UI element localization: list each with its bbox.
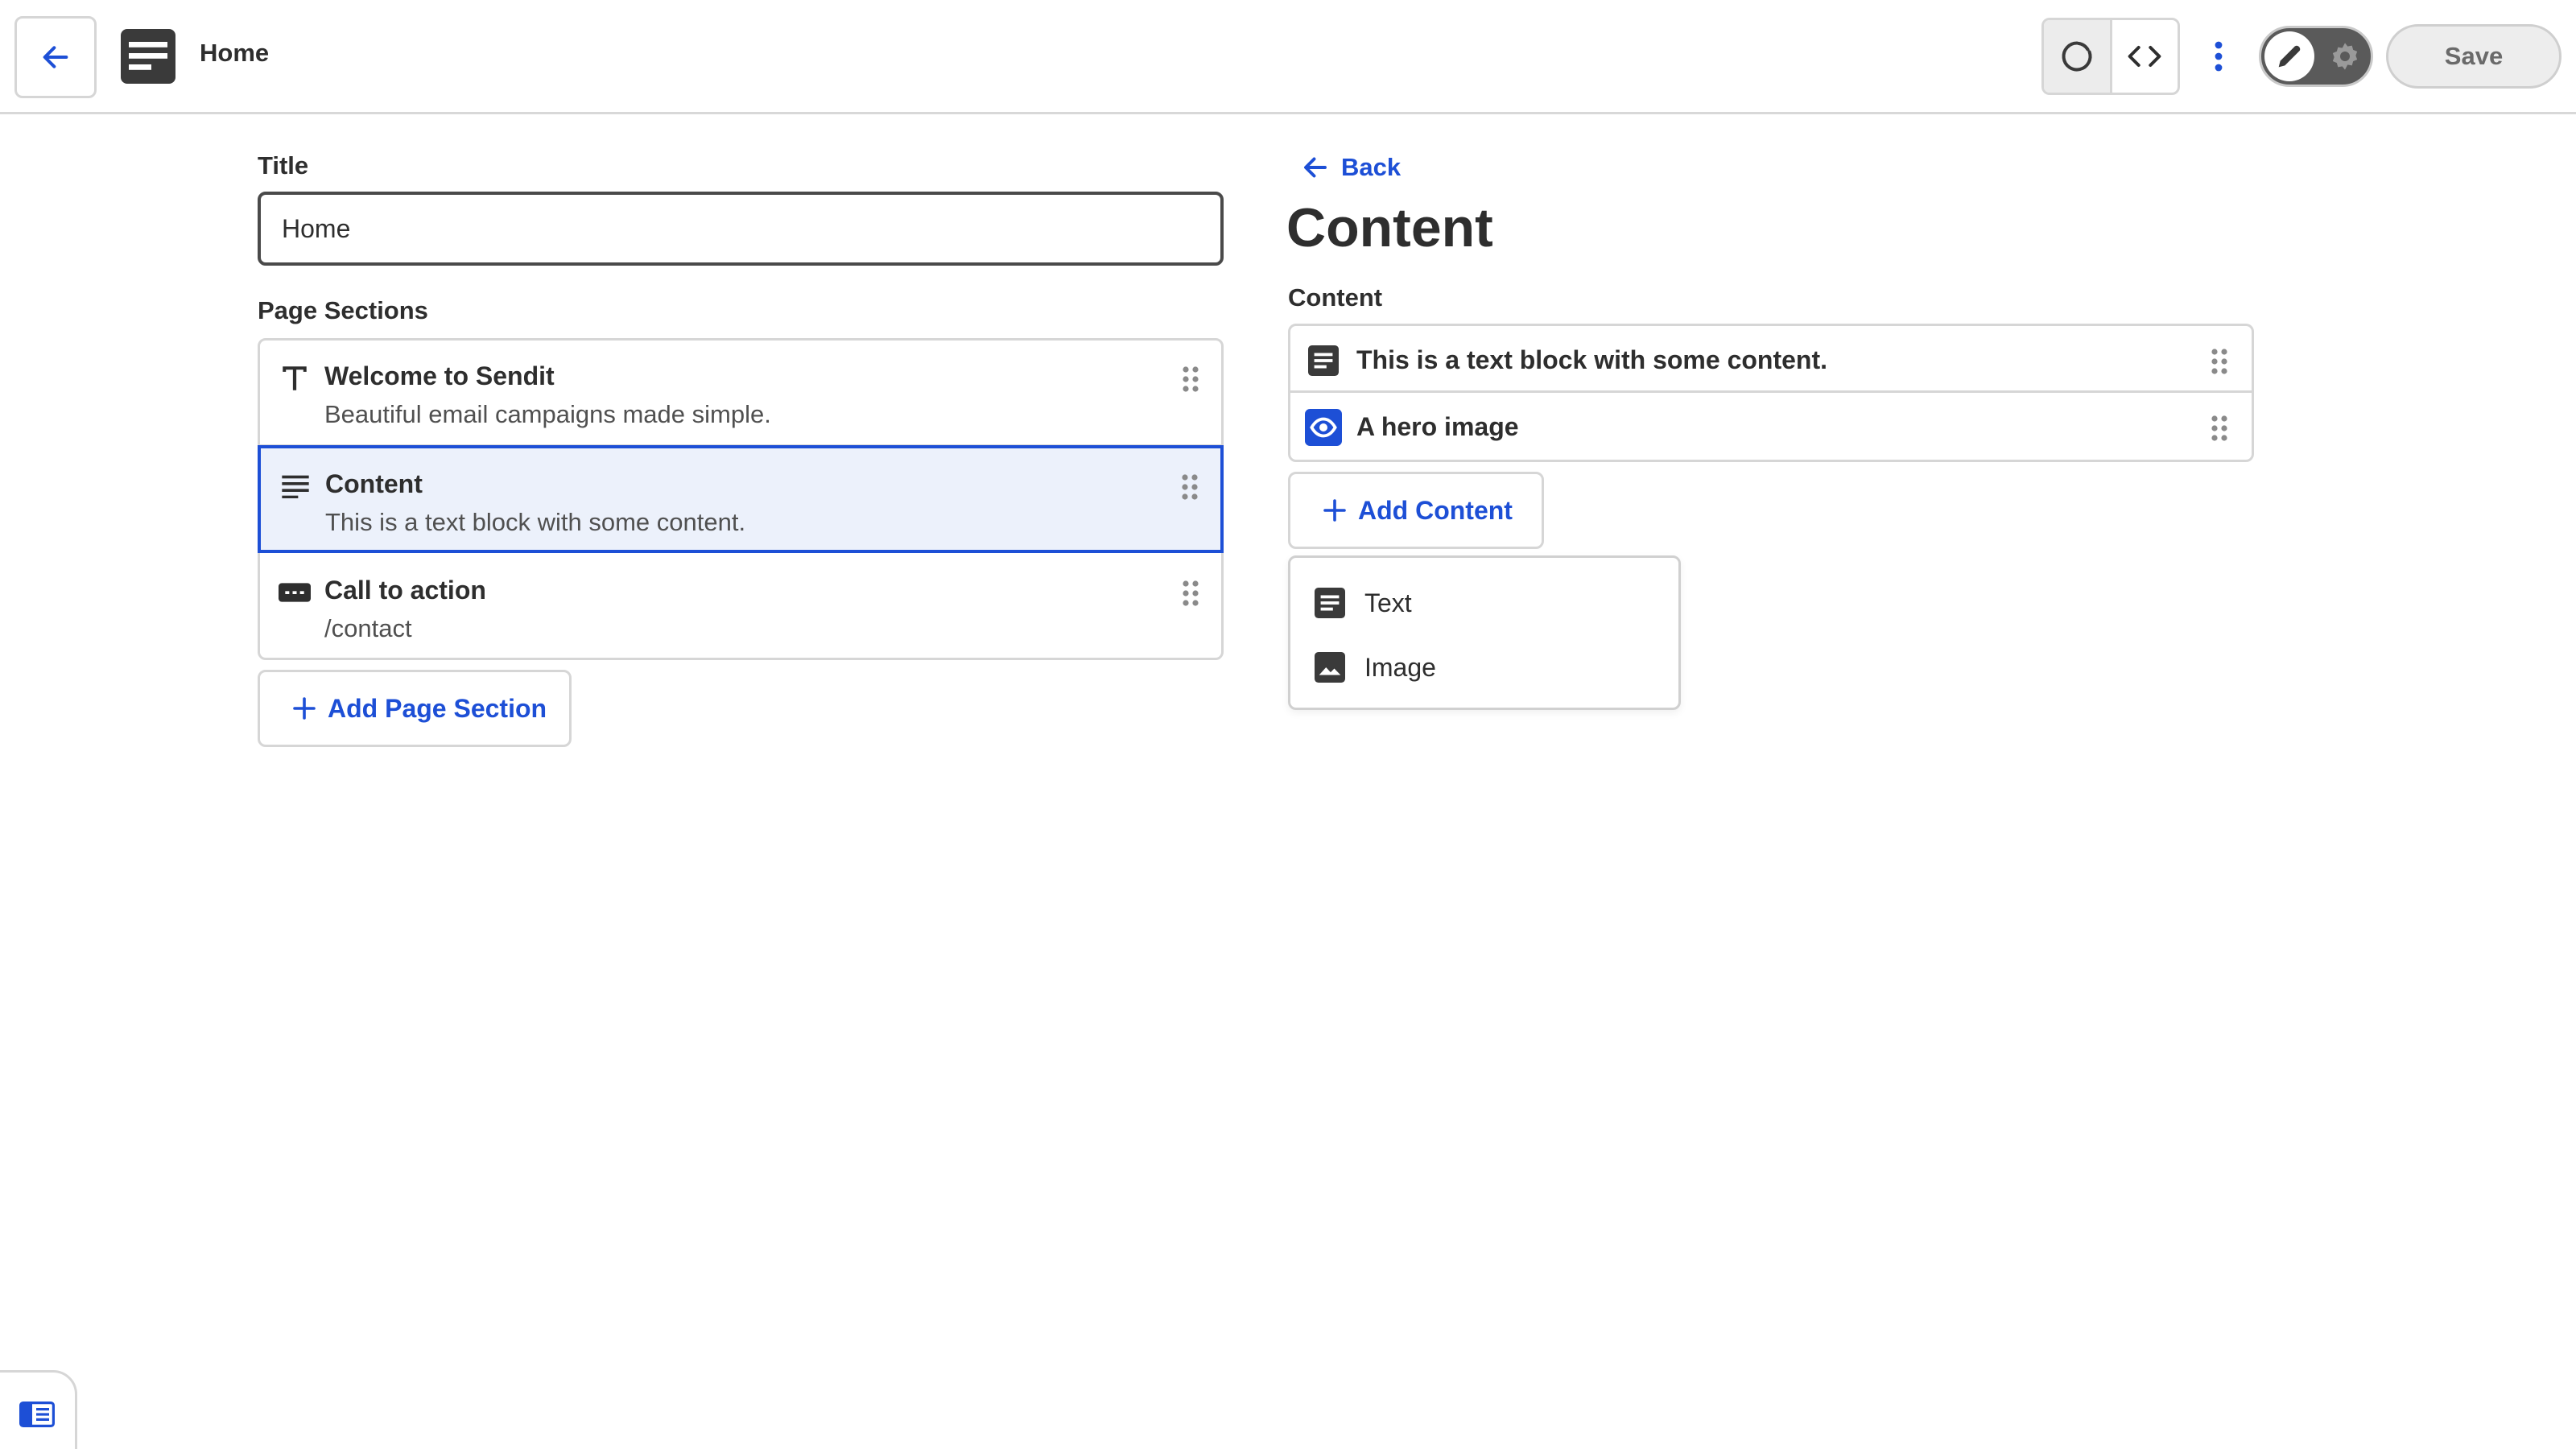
page-title: Home [200, 39, 270, 67]
back-link[interactable]: Back [1301, 153, 1401, 182]
drag-handle-icon[interactable] [2210, 414, 2229, 443]
document-icon [121, 29, 175, 84]
sidebar-toggle-button[interactable] [0, 1370, 77, 1449]
plus-icon [1323, 499, 1346, 522]
content-block-item[interactable]: This is a text block with some content. [1290, 326, 2252, 393]
menu-item-image[interactable]: Image [1315, 643, 1436, 691]
content-block-list: This is a text block with some content. … [1288, 324, 2254, 462]
edit-mode-knob [2264, 31, 2314, 81]
menu-item-label: Image [1364, 652, 1436, 682]
title-input-value: Home [282, 213, 351, 243]
drag-handle-icon[interactable] [2210, 347, 2229, 376]
top-bar: Home Save [0, 0, 2576, 114]
image-block-icon [1305, 409, 1342, 446]
title-input[interactable]: Home [258, 192, 1224, 266]
add-content-button[interactable]: Add Content [1288, 472, 1544, 549]
section-title: Welcome to Sendit [324, 361, 555, 390]
code-view-button[interactable] [2112, 20, 2178, 93]
text-block-icon [1305, 342, 1342, 379]
page-sections-list: Welcome to Sendit Beautiful email campai… [258, 338, 1224, 660]
drag-handle-icon[interactable] [1181, 365, 1200, 394]
menu-item-text[interactable]: Text [1315, 579, 1412, 627]
gear-icon [2332, 43, 2358, 70]
content-block-item[interactable]: A hero image [1290, 393, 2252, 460]
pencil-icon [2278, 45, 2301, 68]
more-options-button[interactable] [2202, 29, 2235, 84]
content-heading: Content [1286, 197, 1493, 258]
add-content-label: Add Content [1358, 495, 1513, 525]
code-icon [2128, 45, 2161, 68]
arrow-left-icon [43, 46, 68, 68]
content-block-text: This is a text block with some content. [1356, 345, 1827, 374]
back-link-label: Back [1341, 153, 1402, 181]
edit-mode-toggle[interactable] [2259, 26, 2373, 87]
add-page-section-label: Add Page Section [328, 693, 547, 723]
back-button[interactable] [14, 16, 97, 98]
section-title: Content [325, 469, 423, 498]
more-vertical-icon [2215, 41, 2223, 72]
page-section-item-selected[interactable]: Content This is a text block with some c… [258, 445, 1224, 553]
section-title: Call to action [324, 576, 486, 605]
settings-mode [2327, 39, 2363, 74]
save-button[interactable]: Save [2386, 24, 2562, 89]
page-section-item[interactable]: Call to action /contact [260, 555, 1221, 661]
content-block-text: A hero image [1356, 412, 1519, 441]
section-subtitle: This is a text block with some content. [325, 508, 746, 536]
drag-handle-icon[interactable] [1180, 473, 1199, 502]
arrow-left-icon [1304, 157, 1327, 178]
text-block-icon [1315, 588, 1345, 618]
sidebar-panel-icon [19, 1402, 55, 1427]
text-t-icon [276, 360, 313, 397]
button-icon [276, 574, 313, 611]
page-section-item[interactable]: Welcome to Sendit Beautiful email campai… [260, 341, 1221, 447]
refresh-button[interactable] [2044, 20, 2112, 93]
paragraph-icon [277, 468, 314, 505]
refresh-icon [2062, 41, 2092, 72]
add-content-menu: Text Image [1288, 555, 1681, 710]
content-label: Content [1288, 283, 1383, 312]
section-subtitle: Beautiful email campaigns made simple. [324, 400, 771, 428]
menu-item-label: Text [1364, 588, 1412, 617]
page-sections-label: Page Sections [258, 296, 428, 324]
section-subtitle: /contact [324, 614, 412, 642]
plus-icon [293, 697, 316, 720]
view-switcher [2041, 18, 2180, 95]
title-label: Title [258, 151, 309, 180]
add-page-section-button[interactable]: Add Page Section [258, 670, 572, 747]
image-icon [1315, 652, 1345, 683]
drag-handle-icon[interactable] [1181, 579, 1200, 608]
